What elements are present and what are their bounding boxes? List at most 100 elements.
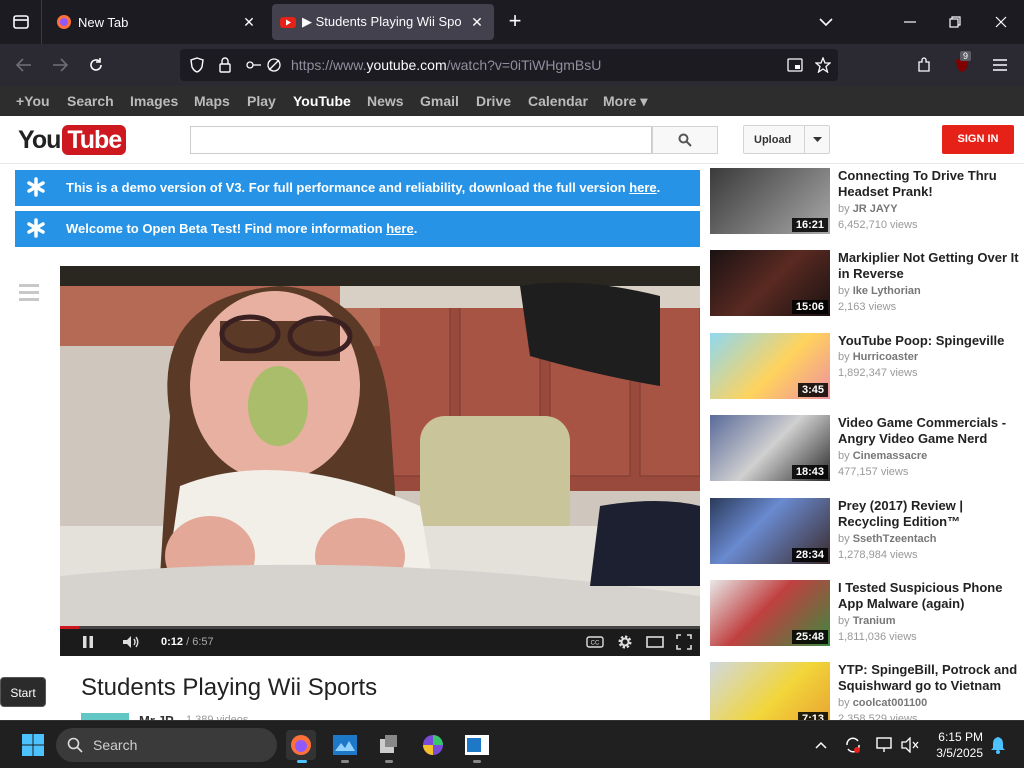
related-video-byline: by Cinemassacre [838,450,928,462]
extensions-icon[interactable] [912,53,936,77]
tab-youtube[interactable]: ▶ Students Playing Wii Sports - ✕ [272,4,494,40]
google-bar: +You Search Images Maps Play YouTube New… [0,86,1024,116]
related-video-thumbnail[interactable]: 15:06 [710,250,830,316]
gbar-item-maps[interactable]: Maps [194,93,230,109]
related-video-title[interactable]: Prey (2017) Review | Recycling Edition™ [838,498,1024,530]
volume-muted-icon[interactable] [895,730,925,760]
related-video-title[interactable]: I Tested Suspicious Phone App Malware (a… [838,580,1024,612]
notification-bell-icon[interactable] [983,730,1013,760]
related-video-item[interactable]: 18:43 Video Game Commercials - Angry Vide… [710,415,1024,483]
picture-in-picture-icon[interactable] [783,53,807,77]
notice-open-beta: Welcome to Open Beta Test! Find more inf… [15,211,700,247]
list-all-tabs-icon[interactable] [814,10,838,34]
settings-gear-icon[interactable] [615,633,635,651]
related-video-channel[interactable]: SsethTzeentach [853,533,937,545]
menu-icon[interactable] [988,53,1012,77]
fullscreen-icon[interactable] [674,633,694,651]
related-video-title[interactable]: YouTube Poop: Spingeville [838,333,1024,349]
pause-icon[interactable] [78,633,98,651]
volume-icon[interactable] [121,633,141,651]
related-video-thumbnail[interactable]: 3:45 [710,333,830,399]
gbar-item-gmail[interactable]: Gmail [420,93,459,109]
app-taskbar-icon[interactable] [462,730,492,760]
forward-icon[interactable] [48,53,72,77]
related-video-thumbnail[interactable]: 28:34 [710,498,830,564]
related-video-thumbnail[interactable]: 16:21 [710,168,830,234]
related-video-thumbnail[interactable]: 18:43 [710,415,830,481]
browser-toolbar: https://www.youtube.com/watch?v=0iTiWHgm… [0,44,1024,86]
related-video-title[interactable]: Video Game Commercials - Angry Video Gam… [838,415,1024,447]
related-video-channel[interactable]: Cinemassacre [853,450,928,462]
related-video-thumbnail[interactable]: 25:48 [710,580,830,646]
ublock-icon[interactable]: 9 [950,51,974,77]
lock-icon[interactable] [213,53,237,77]
gbar-item-more[interactable]: More ▾ [603,93,647,110]
minimize-icon[interactable] [898,10,922,34]
gbar-item-play[interactable]: Play [247,93,276,109]
guide-menu-icon[interactable] [19,284,39,305]
related-video-channel[interactable]: JR JAYY [853,203,898,215]
video-player[interactable]: 0:12 / 6:57 CC [60,266,700,656]
notice-link[interactable]: here [629,180,656,195]
app-taskbar-icon[interactable] [330,730,360,760]
search-input[interactable] [190,126,652,154]
close-window-icon[interactable] [989,10,1013,34]
tab-list-button[interactable] [0,0,42,44]
asterisk-icon [27,177,45,197]
related-video-item[interactable]: 3:45 YouTube Poop: Spingeville by Hurricoa… [710,333,1024,401]
related-video-channel[interactable]: Ike Lythorian [853,285,921,297]
app-taskbar-icon[interactable] [374,730,404,760]
related-video-title[interactable]: Markiplier Not Getting Over It in Revers… [838,250,1024,282]
tab-list-icon [12,15,29,29]
related-video-channel[interactable]: coolcat001100 [853,697,928,709]
app-taskbar-icon[interactable] [418,730,448,760]
related-video-title[interactable]: YTP: SpingeBill, Potrock and Squishward … [838,662,1024,694]
close-tab-icon[interactable]: ✕ [240,13,258,31]
new-tab-button[interactable]: + [504,10,526,33]
related-video-channel[interactable]: Tranium [853,615,896,627]
tab-new-tab[interactable]: New Tab ✕ [44,4,266,40]
related-video-item[interactable]: 16:21 Connecting To Drive Thru Headset Pr… [710,168,1024,236]
gbar-item-news[interactable]: News [367,93,404,109]
upload-dropdown-icon[interactable] [804,126,830,153]
related-video-item[interactable]: 28:34 Prey (2017) Review | Recycling Edit… [710,498,1024,566]
related-video-title[interactable]: Connecting To Drive Thru Headset Prank! [838,168,1024,200]
gbar-item-drive[interactable]: Drive [476,93,511,109]
theater-mode-icon[interactable] [645,633,665,651]
related-video-item[interactable]: 15:06 Markiplier Not Getting Over It in R… [710,250,1024,318]
gbar-item-search[interactable]: Search [67,93,114,109]
captions-icon[interactable]: CC [585,633,605,651]
gbar-item-calendar[interactable]: Calendar [528,93,588,109]
back-icon[interactable] [12,53,36,77]
chevron-up-icon[interactable] [806,730,836,760]
sync-icon[interactable] [838,730,868,760]
sign-in-button[interactable]: SIGN IN [942,125,1014,154]
taskbar-search[interactable]: Search [56,728,277,762]
bookmark-star-icon[interactable] [811,53,835,77]
related-video-byline: by coolcat001100 [838,697,928,709]
youtube-logo[interactable]: You Tube [18,125,127,155]
related-video-channel[interactable]: Hurricoaster [853,351,918,363]
address-bar[interactable]: https://www.youtube.com/watch?v=0iTiWHgm… [180,49,838,81]
search-button[interactable] [652,126,718,154]
shield-icon[interactable] [185,53,209,77]
browser-tab-bar: New Tab ✕ ▶ Students Playing Wii Sports … [0,0,1024,44]
firefox-taskbar-icon[interactable] [286,730,316,760]
windows-start-icon[interactable] [18,730,48,760]
restore-icon[interactable] [943,10,967,34]
taskbar-search-label: Search [93,737,138,753]
extension-badge: 9 [960,51,972,61]
gbar-item-images[interactable]: Images [130,93,178,109]
gbar-item-youtube[interactable]: YouTube [293,93,351,109]
reload-icon[interactable] [84,53,108,77]
close-tab-icon[interactable]: ✕ [468,13,486,31]
related-video-duration: 16:21 [791,218,828,232]
notice-link[interactable]: here [386,221,413,236]
gbar-item-plus-you[interactable]: +You [16,93,50,109]
related-video-thumbnail[interactable]: 7:13 [710,662,830,728]
taskbar-clock[interactable]: 6:15 PM 3/5/2025 [925,729,983,761]
related-video-item[interactable]: 25:48 I Tested Suspicious Phone App Malwa… [710,580,1024,648]
autoplay-blocked-icon[interactable] [262,53,286,77]
upload-button[interactable]: Upload [743,125,830,154]
video-frame[interactable] [60,266,700,626]
